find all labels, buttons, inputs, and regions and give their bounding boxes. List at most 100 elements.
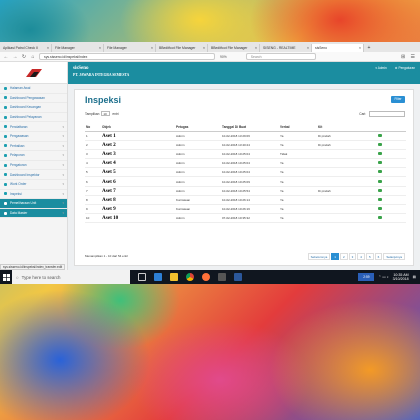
sidebar-item-perbaikan[interactable]: Perbaikan ▾ xyxy=(0,142,67,152)
tray-indicator[interactable]: 2:59 xyxy=(358,273,375,281)
search-input[interactable] xyxy=(369,111,405,117)
user-menu[interactable]: ▾ Admin xyxy=(375,66,386,70)
task-view-icon[interactable] xyxy=(138,273,146,281)
asset-name: Aset 9 xyxy=(101,204,175,215)
browser-tab[interactable]: Aplikasi Patrol Check II × xyxy=(0,44,52,52)
page-button[interactable]: 4 xyxy=(357,253,365,260)
edit-icon[interactable] xyxy=(378,188,382,192)
notification-icon[interactable]: ▤ xyxy=(413,275,416,279)
filter-button[interactable]: Filter xyxy=(391,96,405,103)
store-icon[interactable] xyxy=(218,273,226,281)
row-number: 4 xyxy=(85,158,101,169)
page-button[interactable]: 2 xyxy=(339,253,348,260)
tray-icons[interactable]: ⌃ ▭ ♪ xyxy=(378,275,388,279)
browser-search-input[interactable]: Search xyxy=(245,53,316,60)
page-button[interactable]: 1 xyxy=(331,253,339,260)
table-row[interactable]: 5 Aset 5 Admin 10-02-2018 10:25:04 Ya xyxy=(85,167,406,178)
sidebar-item-pemeliharaan-unit[interactable]: Pemeliharaan Unit ▾ xyxy=(0,199,67,209)
row-number: 3 xyxy=(85,149,101,160)
new-tab-button[interactable]: + xyxy=(364,44,374,52)
row-actions xyxy=(377,204,406,215)
toolbar-icons[interactable]: ⊞ ☰ xyxy=(401,54,417,60)
table-row[interactable]: 3 Aset 3 Admin 10-02-2018 10:25:04 Tidak xyxy=(85,149,406,160)
edit-icon[interactable] xyxy=(378,197,382,201)
edit-icon[interactable] xyxy=(378,133,382,137)
close-icon[interactable]: × xyxy=(99,44,101,52)
top-nav: sisSeno PT. JAWARA INTEGRA SEMESTA ▾ Adm… xyxy=(68,62,420,84)
close-icon[interactable]: × xyxy=(359,44,361,52)
edit-icon[interactable] xyxy=(378,170,382,174)
reload-icon[interactable]: ↻ xyxy=(21,54,27,60)
address-input[interactable]: sys.sisseno.id/inspeksi/index xyxy=(39,53,215,60)
clock[interactable]: 10:35 AM 3/10/2018 xyxy=(393,273,409,282)
forward-icon[interactable]: → xyxy=(12,54,18,60)
table-row[interactable]: 7 Aset 7 Admin 10-02-2018 10:25:54 Ya Di pind… xyxy=(85,186,406,196)
sidebar-item-dashboard-pengawasan[interactable]: Dashboard Pengawasan xyxy=(0,94,67,104)
word-icon[interactable] xyxy=(234,273,242,281)
dashboard-icon xyxy=(4,96,7,100)
taskbar-search-input[interactable]: ○ Type here to search xyxy=(12,270,130,284)
firefox-icon[interactable] xyxy=(202,273,210,281)
search-icon: ○ xyxy=(16,274,19,280)
page-length-select[interactable]: 10 xyxy=(101,111,111,116)
sidebar-item-pelaporan[interactable]: Pelaporan ▾ xyxy=(0,151,67,161)
close-icon[interactable]: × xyxy=(47,44,49,52)
table-row[interactable]: 8 Aset 8 Kurniawan 10-02-2018 10:26:14 Ya xyxy=(85,195,406,206)
edit-icon[interactable] xyxy=(378,179,382,183)
page-button[interactable]: 5 xyxy=(365,253,374,260)
sidebar-item-dashboard-keuangan[interactable]: Dashboard Keuangan xyxy=(0,103,67,113)
officer-name: Kurniawan xyxy=(175,204,221,215)
sidebar-item-pengawasan[interactable]: Pengawasan ▾ xyxy=(0,132,67,142)
browser-tab[interactable]: BBeditfoot File Manager × xyxy=(156,44,208,52)
browser-tab-active[interactable]: sisSeno × xyxy=(312,44,364,52)
chrome-icon[interactable] xyxy=(186,273,194,281)
edit-icon[interactable] xyxy=(378,142,382,146)
close-icon[interactable]: × xyxy=(255,44,257,52)
file-explorer-icon[interactable] xyxy=(170,273,178,281)
app-logo[interactable] xyxy=(0,62,67,84)
start-button[interactable] xyxy=(0,270,12,284)
edit-icon[interactable] xyxy=(378,161,382,165)
edit-icon[interactable] xyxy=(378,216,382,220)
table-row[interactable]: 10 Aset 10 Admin 07-02-2018 10:35:32 Ya xyxy=(85,213,406,224)
table-row[interactable]: 6 Aset 6 Admin 10-02-2018 10:25:09 Ya xyxy=(85,176,406,187)
browser-tab[interactable]: BBeditfoot File Manager × xyxy=(208,44,260,52)
close-icon[interactable]: × xyxy=(307,44,309,52)
sidebar-item-dashboard-inspektor[interactable]: Dashboard Inspektor ▾ xyxy=(0,170,67,180)
row-number: 8 xyxy=(85,195,101,206)
browser-tab[interactable]: File Manager × xyxy=(52,44,104,52)
back-icon[interactable]: ← xyxy=(3,54,9,60)
sidebar-item-data-master[interactable]: Data Master ▾ xyxy=(0,208,67,219)
inspeksi-table: No Objek Petugas Tanggal Di Buat Verbal … xyxy=(85,123,406,224)
table-row[interactable]: 4 Aset 4 Admin 10-02-2018 10:25:04 Ya xyxy=(85,158,406,169)
prev-page-button[interactable]: Sebelumnya xyxy=(307,253,331,260)
table-row[interactable]: 9 Aset 9 Kurniawan 10-02-2018 10:26:16 Ya xyxy=(85,204,406,215)
table-search: Cari: xyxy=(359,111,405,117)
sidebar-item-work-order[interactable]: Work Order ▾ xyxy=(0,180,67,190)
table-row[interactable]: 2 Aset 2 Admin 10-02-2018 13:40:24 Ya Di pind… xyxy=(85,140,406,150)
home-icon[interactable]: ⌂ xyxy=(30,54,36,60)
browser-tab[interactable]: File Manager × xyxy=(104,44,156,52)
sidebar-item-inspeksi[interactable]: Inspeksi ▾ xyxy=(0,190,67,200)
close-icon[interactable]: × xyxy=(151,44,153,52)
table-row[interactable]: 1 Aset 1 Admin 10-02-2018 13:29:06 Ya Di pind… xyxy=(85,131,406,141)
zoom-level[interactable]: 90% xyxy=(220,55,227,59)
asset-name: Aset 2 xyxy=(101,140,175,150)
edit-icon[interactable] xyxy=(378,207,382,211)
page-button[interactable]: 6 xyxy=(374,253,383,260)
browser-tab[interactable]: SISENG - REALTIME × xyxy=(260,44,312,52)
officer-name: Kurniawan xyxy=(175,195,221,206)
sidebar-item-dashboard-pelayanan[interactable]: Dashboard Pelayanan xyxy=(0,113,67,123)
sidebar-item-pendaftaran[interactable]: Pendaftaran ▾ xyxy=(0,122,67,132)
settings-menu[interactable]: ⚙ Pengaturan xyxy=(395,66,415,70)
officer-name: Admin xyxy=(175,176,221,187)
close-icon[interactable]: × xyxy=(203,44,205,52)
created-date: 07-02-2018 10:35:32 xyxy=(221,213,279,224)
sidebar-item-halaman-awal[interactable]: Halaman Awal xyxy=(0,84,67,94)
edit-icon[interactable] xyxy=(378,151,382,155)
sidebar-item-pengaturan[interactable]: Pengaturan ▾ xyxy=(0,161,67,171)
edge-icon[interactable] xyxy=(154,273,162,281)
page-button[interactable]: 3 xyxy=(348,253,357,260)
created-date: 10-02-2018 10:25:04 xyxy=(221,158,279,169)
next-page-button[interactable]: Selanjutnya xyxy=(383,253,405,260)
